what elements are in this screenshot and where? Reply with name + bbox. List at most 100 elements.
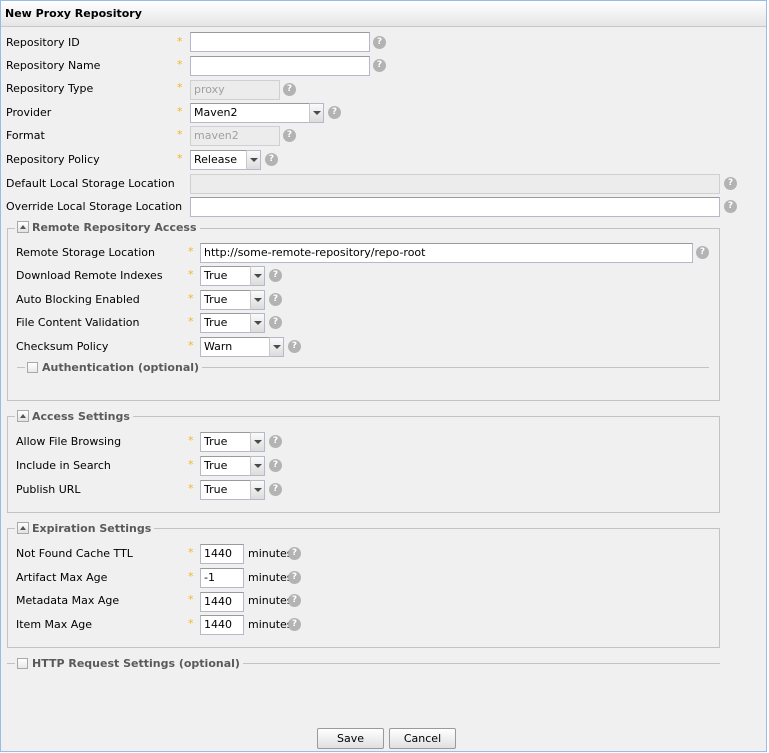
remote-access-legend[interactable]: Remote Repository Access [15,221,200,235]
collapse-toggle-icon[interactable] [17,410,29,422]
provider-select[interactable]: Maven2 [190,103,324,123]
collapse-toggle-icon[interactable] [17,522,29,534]
checksum-policy-value: Warn [204,340,233,353]
expiration-settings-legend[interactable]: Expiration Settings [15,522,155,536]
help-icon[interactable]: ? [288,594,301,607]
help-icon[interactable]: ? [269,483,282,496]
required-star: * [188,617,194,630]
cancel-button[interactable]: Cancel [389,728,456,749]
repository-policy-label: Repository Policy [6,153,100,166]
format-field: maven2 [190,126,280,146]
chevron-down-icon[interactable] [250,480,265,500]
help-icon[interactable]: ? [269,435,282,448]
panel-title: New Proxy Repository [1,1,766,27]
repository-name-label: Repository Name [6,59,101,72]
required-star: * [177,152,183,165]
help-icon[interactable]: ? [269,269,282,282]
artifact-max-age-label: Artifact Max Age [16,571,108,584]
repository-name-input[interactable] [190,56,370,76]
chevron-down-icon[interactable] [246,150,261,170]
authentication-checkbox[interactable] [27,362,38,373]
required-star: * [188,315,194,328]
override-storage-input[interactable] [190,197,720,217]
access-settings-legend-text: Access Settings [32,410,130,423]
publish-url-select[interactable]: True [200,480,265,500]
http-settings-checkbox[interactable] [17,658,28,669]
access-settings-legend[interactable]: Access Settings [15,410,133,424]
remote-storage-input[interactable]: http://some-remote-repository/repo-root [200,243,693,263]
download-indexes-select[interactable]: True [200,266,265,286]
chevron-down-icon[interactable] [250,313,265,333]
repository-policy-select[interactable]: Release [190,150,261,170]
help-icon[interactable]: ? [265,153,278,166]
required-star: * [177,105,183,118]
help-icon[interactable]: ? [288,571,301,584]
required-star: * [188,593,194,606]
minutes-unit: minutes [248,571,293,584]
chevron-down-icon[interactable] [309,103,324,123]
help-icon[interactable]: ? [373,59,386,72]
help-icon[interactable]: ? [724,200,737,213]
not-found-ttl-label: Not Found Cache TTL [16,547,133,560]
required-star: * [177,81,183,94]
help-icon[interactable]: ? [269,316,282,329]
allow-browsing-select[interactable]: True [200,432,265,452]
provider-label: Provider [6,106,52,119]
new-proxy-repository-panel: New Proxy Repository Repository ID * ? R… [0,0,767,752]
help-icon[interactable]: ? [373,36,386,49]
publish-url-label: Publish URL [16,483,81,496]
expiration-settings-legend-text: Expiration Settings [32,522,152,535]
access-settings-fieldset [7,416,720,513]
required-star: * [188,245,194,258]
chevron-down-icon[interactable] [250,456,265,476]
required-star: * [188,482,194,495]
checksum-policy-select[interactable]: Warn [200,337,284,357]
required-star: * [188,570,194,583]
remote-access-legend-text: Remote Repository Access [32,221,197,234]
required-star: * [188,339,194,352]
auto-blocking-select[interactable]: True [200,290,265,310]
allow-browsing-label: Allow File Browsing [16,435,122,448]
help-icon[interactable]: ? [283,129,296,142]
required-star: * [188,546,194,559]
repository-id-label: Repository ID [6,36,80,49]
include-search-select[interactable]: True [200,456,265,476]
help-icon[interactable]: ? [328,106,341,119]
authentication-legend[interactable]: Authentication (optional) [25,361,203,375]
help-icon[interactable]: ? [269,459,282,472]
chevron-down-icon[interactable] [250,290,265,310]
content-validation-value: True [204,316,228,329]
item-max-age-label: Item Max Age [16,618,93,631]
expiration-settings-fieldset [7,528,720,648]
download-indexes-value: True [204,269,228,282]
chevron-down-icon[interactable] [250,266,265,286]
repository-policy-value: Release [194,153,237,166]
collapse-toggle-icon[interactable] [17,221,29,233]
chevron-down-icon[interactable] [250,432,265,452]
help-icon[interactable]: ? [696,246,709,259]
help-icon[interactable]: ? [724,177,737,190]
required-star: * [188,292,194,305]
artifact-max-age-input[interactable]: -1 [200,568,244,588]
help-icon[interactable]: ? [283,83,296,96]
allow-browsing-value: True [204,435,228,448]
authentication-legend-text: Authentication (optional) [42,361,200,374]
item-max-age-input[interactable]: 1440 [200,615,244,635]
auto-blocking-label: Auto Blocking Enabled [16,293,140,306]
content-validation-select[interactable]: True [200,313,265,333]
help-icon[interactable]: ? [269,293,282,306]
minutes-unit: minutes [248,618,293,631]
metadata-max-age-input[interactable]: 1440 [200,592,244,612]
help-icon[interactable]: ? [288,340,301,353]
help-icon[interactable]: ? [288,547,301,560]
chevron-down-icon[interactable] [269,337,284,357]
checksum-policy-label: Checksum Policy [16,340,109,353]
save-button[interactable]: Save [317,728,384,749]
not-found-ttl-input[interactable]: 1440 [200,544,244,564]
repository-id-input[interactable] [190,32,370,52]
default-storage-label: Default Local Storage Location [6,177,175,190]
help-icon[interactable]: ? [288,618,301,631]
required-star: * [177,128,183,141]
http-settings-legend[interactable]: HTTP Request Settings (optional) [15,657,243,671]
remote-storage-label: Remote Storage Location [16,246,155,259]
